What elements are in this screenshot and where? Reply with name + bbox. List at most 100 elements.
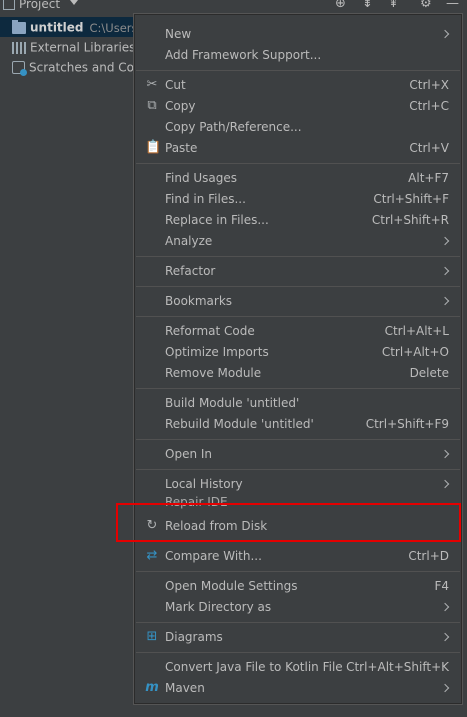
libraries-icon xyxy=(12,41,26,54)
menu-item-compare-with[interactable]: ⇄ Compare With... Ctrl+D xyxy=(135,546,461,567)
menu-item-shortcut: Ctrl+D xyxy=(408,549,449,563)
submenu-arrow-icon xyxy=(440,602,450,612)
collapse-all-icon[interactable]: ⇞ xyxy=(388,0,399,11)
menu-separator xyxy=(136,571,460,572)
menu-item-replace-in-files[interactable]: Replace in Files... Ctrl+Shift+R xyxy=(135,210,461,231)
menu-item-copy-path[interactable]: Copy Path/Reference... xyxy=(135,117,461,138)
submenu-arrow-icon xyxy=(440,29,450,39)
menu-separator xyxy=(136,286,460,287)
menu-separator xyxy=(136,163,460,164)
menu-separator xyxy=(136,469,460,470)
tree-item-path: C:\Users\ xyxy=(89,20,135,35)
submenu-arrow-icon xyxy=(440,266,450,276)
menu-item-open-in[interactable]: Open In xyxy=(135,444,461,465)
submenu-arrow-icon xyxy=(440,449,450,459)
menu-item-label: Build Module 'untitled' xyxy=(165,396,300,410)
menu-item-label: Reformat Code xyxy=(165,324,255,338)
menu-item-label: Remove Module xyxy=(165,366,262,380)
menu-item-label: Maven xyxy=(165,681,205,695)
menu-separator xyxy=(136,439,460,440)
menu-item-shortcut: Ctrl+C xyxy=(409,99,449,113)
menu-item-build-module[interactable]: Build Module 'untitled' xyxy=(135,393,461,414)
tree-item-external-libraries[interactable]: External Libraries xyxy=(0,37,135,57)
tree-item-label: External Libraries xyxy=(30,40,135,55)
submenu-arrow-icon xyxy=(440,296,450,306)
menu-item-label: Open Module Settings xyxy=(165,579,298,593)
menu-item-paste[interactable]: 📋 Paste Ctrl+V xyxy=(135,138,461,159)
menu-item-shortcut: Ctrl+Shift+F xyxy=(373,192,449,206)
menu-item-reformat-code[interactable]: Reformat Code Ctrl+Alt+L xyxy=(135,321,461,342)
menu-item-bookmarks[interactable]: Bookmarks xyxy=(135,291,461,312)
menu-item-new[interactable]: New xyxy=(135,24,461,45)
menu-item-shortcut: Ctrl+Shift+R xyxy=(371,213,449,227)
menu-separator xyxy=(136,622,460,623)
submenu-arrow-icon xyxy=(440,632,450,642)
menu-item-label: Optimize Imports xyxy=(165,345,269,359)
menu-item-shortcut: Ctrl+Alt+Shift+K xyxy=(346,660,449,674)
menu-item-label: Rebuild Module 'untitled' xyxy=(165,417,314,431)
menu-item-label: Find Usages xyxy=(165,171,238,185)
menu-item-refactor[interactable]: Refactor xyxy=(135,261,461,282)
menu-item-shortcut: Ctrl+Alt+O xyxy=(381,345,449,359)
menu-item-shortcut: Ctrl+Alt+L xyxy=(384,324,449,338)
submenu-arrow-icon xyxy=(440,479,450,489)
maven-icon: m xyxy=(145,680,159,695)
menu-item-label: Copy Path/Reference... xyxy=(165,120,302,134)
menu-item-label: Copy xyxy=(165,99,196,113)
menu-item-diagrams[interactable]: ⊞ Diagrams xyxy=(135,627,461,648)
menu-item-maven[interactable]: m Maven xyxy=(135,678,461,699)
tree-item-untitled[interactable]: untitled C:\Users\ xyxy=(0,17,135,37)
menu-item-label: Refactor xyxy=(165,264,216,278)
hide-icon[interactable]: — xyxy=(446,0,459,11)
annotation-highlight-box xyxy=(116,503,461,542)
scratches-icon xyxy=(12,61,27,76)
locate-icon[interactable]: ⊕ xyxy=(335,0,346,11)
expand-all-icon[interactable]: ⇟ xyxy=(362,0,373,11)
menu-item-label: New xyxy=(165,27,192,41)
tree-item-label: untitled xyxy=(30,20,84,35)
menu-item-label: Paste xyxy=(165,141,198,155)
project-panel-title[interactable]: Project xyxy=(19,0,60,11)
menu-item-shortcut: Alt+F7 xyxy=(408,171,449,185)
tree-item-scratches[interactable]: Scratches and Consoles xyxy=(0,57,135,77)
menu-item-add-framework-support[interactable]: Add Framework Support... xyxy=(135,45,461,66)
project-view-icon xyxy=(3,0,15,10)
module-folder-icon xyxy=(12,19,26,34)
scissors-icon: ✂ xyxy=(146,77,158,92)
menu-item-open-module-settings[interactable]: Open Module Settings F4 xyxy=(135,576,461,597)
menu-item-local-history[interactable]: Local History xyxy=(135,474,461,495)
compare-icon: ⇄ xyxy=(146,548,158,563)
submenu-arrow-icon xyxy=(440,236,450,246)
menu-item-label: Diagrams xyxy=(165,630,223,644)
menu-separator xyxy=(136,652,460,653)
project-panel-header: Project ⊕ ⇟ ⇞ ⚙ — xyxy=(0,0,467,12)
menu-separator xyxy=(136,70,460,71)
menu-item-remove-module[interactable]: Remove Module Delete xyxy=(135,363,461,384)
menu-item-convert-java-to-kotlin[interactable]: Convert Java File to Kotlin File Ctrl+Al… xyxy=(135,657,461,678)
menu-item-shortcut: Ctrl+X xyxy=(409,78,449,92)
menu-item-label: Analyze xyxy=(165,234,213,248)
menu-item-label: Convert Java File to Kotlin File xyxy=(165,660,343,674)
copy-icon: ⧉ xyxy=(147,98,157,113)
menu-item-label: Cut xyxy=(165,78,186,92)
menu-item-cut[interactable]: ✂ Cut Ctrl+X xyxy=(135,75,461,96)
menu-item-shortcut: Ctrl+V xyxy=(409,141,449,155)
menu-item-shortcut: F4 xyxy=(434,579,449,593)
menu-item-rebuild-module[interactable]: Rebuild Module 'untitled' Ctrl+Shift+F9 xyxy=(135,414,461,435)
menu-item-analyze[interactable]: Analyze xyxy=(135,231,461,252)
menu-item-copy[interactable]: ⧉ Copy Ctrl+C xyxy=(135,96,461,117)
menu-item-label: Compare With... xyxy=(165,549,262,563)
tree-item-label: Scratches and Consoles xyxy=(29,60,135,75)
menu-item-optimize-imports[interactable]: Optimize Imports Ctrl+Alt+O xyxy=(135,342,461,363)
submenu-arrow-icon xyxy=(440,683,450,693)
menu-item-label: Replace in Files... xyxy=(165,213,269,227)
gear-icon[interactable]: ⚙ xyxy=(420,0,432,11)
menu-item-label: Add Framework Support... xyxy=(165,48,322,62)
chevron-down-icon[interactable] xyxy=(70,0,78,5)
menu-item-label: Find in Files... xyxy=(165,192,246,206)
menu-item-find-in-files[interactable]: Find in Files... Ctrl+Shift+F xyxy=(135,189,461,210)
menu-separator xyxy=(136,256,460,257)
menu-item-find-usages[interactable]: Find Usages Alt+F7 xyxy=(135,168,461,189)
menu-item-mark-directory-as[interactable]: Mark Directory as xyxy=(135,597,461,618)
menu-item-label: Local History xyxy=(165,477,243,491)
